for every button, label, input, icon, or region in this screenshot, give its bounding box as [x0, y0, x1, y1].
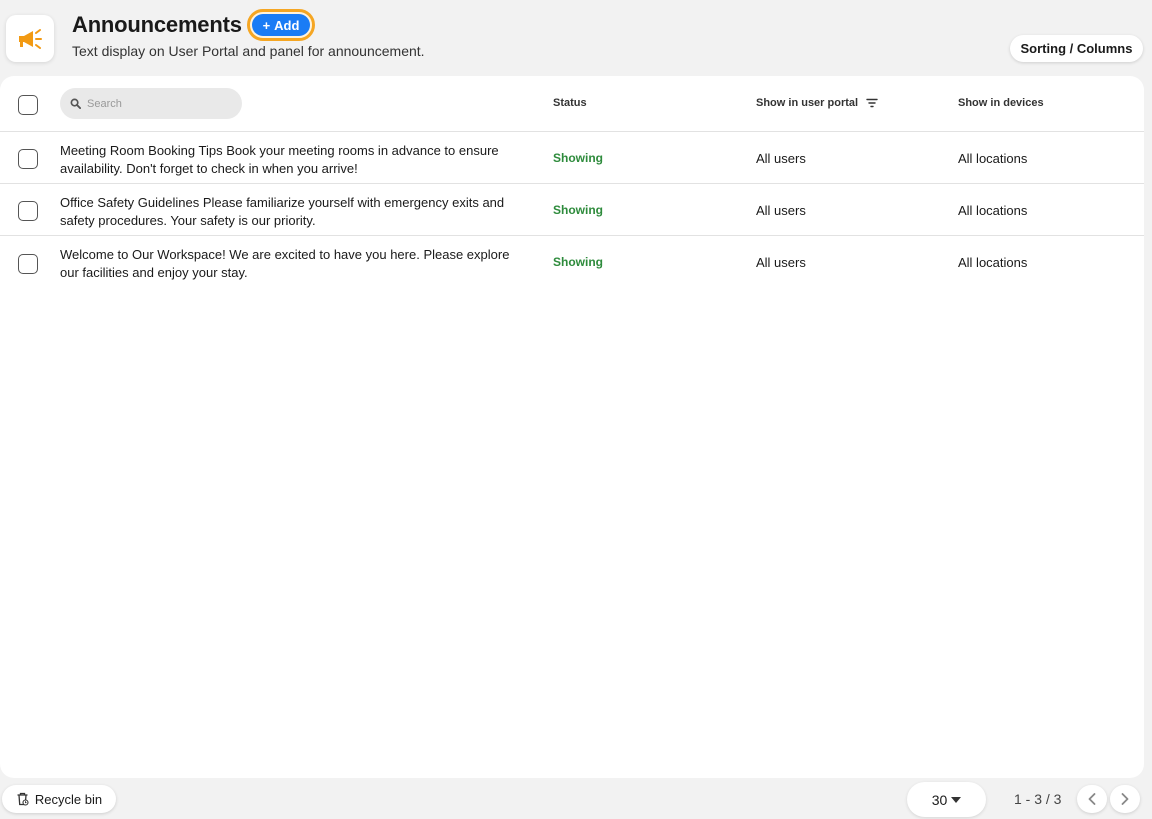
next-page-button[interactable] — [1110, 785, 1140, 813]
row-checkbox[interactable] — [18, 201, 38, 221]
announcement-title[interactable]: Office Safety Guidelines Please familiar… — [60, 194, 510, 230]
rows-per-page-value: 30 — [931, 791, 948, 808]
column-header-devices-label: Show in devices — [958, 97, 1044, 109]
pagination-range: 1 - 3 / 3 — [1014, 791, 1062, 807]
status-text: Showing — [553, 203, 603, 217]
announcement-title[interactable]: Welcome to Our Workspace! We are excited… — [60, 246, 510, 282]
table-header: Status Show in user portal Show in devic… — [0, 76, 1144, 132]
column-header-devices[interactable]: Show in devices — [958, 97, 1044, 109]
device-visibility: All locations — [958, 255, 1028, 270]
portal-visibility: All users — [756, 151, 806, 166]
add-button-label: Add — [274, 17, 300, 33]
add-button-focus-ring: + Add — [247, 9, 315, 41]
search-input[interactable] — [87, 97, 237, 110]
add-button[interactable]: + Add — [252, 14, 310, 36]
announcements-table: Status Show in user portal Show in devic… — [0, 76, 1144, 778]
page-subtitle: Text display on User Portal and panel fo… — [72, 43, 425, 59]
row-checkbox[interactable] — [18, 149, 38, 169]
recycle-bin-button[interactable]: Recycle bin — [2, 785, 116, 813]
column-header-status[interactable]: Status — [553, 97, 587, 109]
table-row[interactable]: Meeting Room Booking Tips Book your meet… — [0, 132, 1144, 184]
status-text: Showing — [553, 255, 603, 269]
recycle-bin-label: Recycle bin — [34, 791, 103, 807]
chevron-right-icon — [1121, 793, 1129, 805]
announcements-app-icon — [6, 15, 54, 62]
portal-visibility: All users — [756, 255, 806, 270]
chevron-left-icon — [1088, 793, 1096, 805]
select-all-checkbox[interactable] — [18, 95, 38, 115]
table-row[interactable]: Welcome to Our Workspace! We are excited… — [0, 236, 1144, 288]
device-visibility: All locations — [958, 151, 1028, 166]
device-visibility: All locations — [958, 203, 1028, 218]
sorting-columns-button[interactable]: Sorting / Columns — [1010, 35, 1143, 62]
filter-icon[interactable] — [866, 98, 878, 108]
table-row[interactable]: Office Safety Guidelines Please familiar… — [0, 184, 1144, 236]
row-checkbox[interactable] — [18, 254, 38, 274]
megaphone-icon — [19, 28, 42, 49]
portal-visibility: All users — [756, 203, 806, 218]
page-title: Announcements — [72, 12, 242, 37]
previous-page-button[interactable] — [1077, 785, 1107, 813]
column-header-portal-label: Show in user portal — [756, 97, 859, 109]
announcement-title[interactable]: Meeting Room Booking Tips Book your meet… — [60, 142, 510, 178]
search-box[interactable] — [60, 88, 242, 119]
column-header-status-label: Status — [553, 97, 587, 109]
rows-per-page-select[interactable]: 30 — [907, 782, 986, 817]
status-text: Showing — [553, 151, 603, 165]
plus-icon: + — [262, 17, 271, 33]
column-header-portal[interactable]: Show in user portal — [756, 97, 878, 109]
caret-down-icon — [951, 796, 962, 803]
search-icon — [70, 98, 81, 109]
trash-icon — [17, 792, 29, 806]
